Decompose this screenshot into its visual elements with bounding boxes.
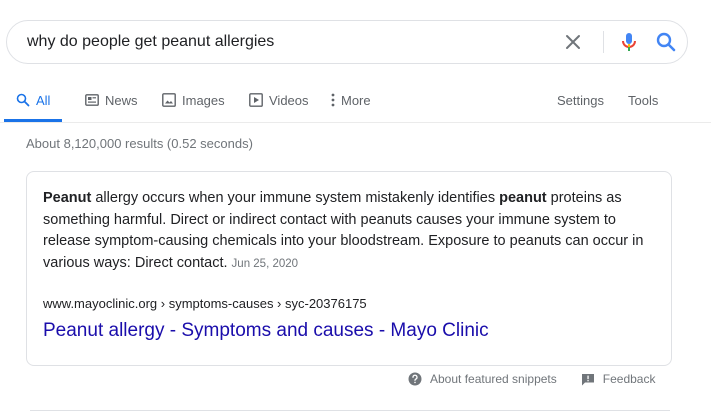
search-results-page: why do people get peanut allergies All N… (0, 0, 711, 415)
tab-label: More (341, 92, 371, 108)
snippet-result-link[interactable]: Peanut allergy - Symptoms and causes - M… (43, 320, 489, 342)
snippet-footer: About featured snippets Feedback (408, 370, 655, 388)
snippet-date: Jun 25, 2020 (231, 257, 299, 270)
video-icon (249, 93, 263, 107)
snippet-source-url[interactable]: www.mayoclinic.org › symptoms-causes › s… (43, 296, 367, 311)
settings-link[interactable]: Settings (557, 80, 604, 120)
snippet-bold-term: peanut (499, 190, 547, 206)
tools-link[interactable]: Tools (628, 80, 658, 120)
snippet-bold-term: Peanut (43, 190, 92, 206)
image-icon (162, 93, 176, 107)
about-featured-snippets-link[interactable]: About featured snippets (408, 372, 557, 386)
tab-label: Videos (269, 92, 309, 108)
tab-all[interactable]: All (4, 80, 63, 122)
feedback-label: Feedback (602, 372, 656, 386)
tab-images[interactable]: Images (162, 80, 225, 120)
section-divider (30, 410, 670, 411)
feedback-icon (581, 373, 595, 386)
featured-snippet: Peanut allergy occurs when your immune s… (26, 171, 672, 366)
feedback-link[interactable]: Feedback (581, 372, 656, 386)
result-stats: About 8,120,000 results (0.52 seconds) (26, 136, 253, 151)
search-bar: why do people get peanut allergies (6, 20, 688, 64)
more-vert-icon (331, 93, 335, 107)
search-tabs: All News Images Videos More Settings Too… (0, 80, 711, 123)
search-icon (16, 93, 30, 107)
help-icon (408, 372, 422, 386)
tab-news[interactable]: News (85, 80, 138, 120)
tab-videos[interactable]: Videos (249, 80, 309, 120)
microphone-icon[interactable] (617, 30, 641, 54)
tab-label: News (105, 92, 138, 108)
clear-icon[interactable] (563, 32, 583, 52)
about-featured-snippets-label: About featured snippets (430, 372, 557, 386)
tab-label: All (36, 92, 51, 108)
tab-more[interactable]: More (331, 80, 371, 120)
search-icon[interactable] (655, 31, 677, 53)
search-input[interactable]: why do people get peanut allergies (27, 21, 274, 63)
tab-label: Images (182, 92, 225, 108)
tools-label: Tools (628, 92, 659, 108)
snippet-text: Peanut allergy occurs when your immune s… (43, 188, 661, 275)
news-icon (85, 94, 99, 106)
search-bar-divider (603, 31, 604, 53)
snippet-text-part: allergy occurs when your immune system m… (91, 190, 500, 206)
settings-label: Settings (557, 92, 604, 108)
